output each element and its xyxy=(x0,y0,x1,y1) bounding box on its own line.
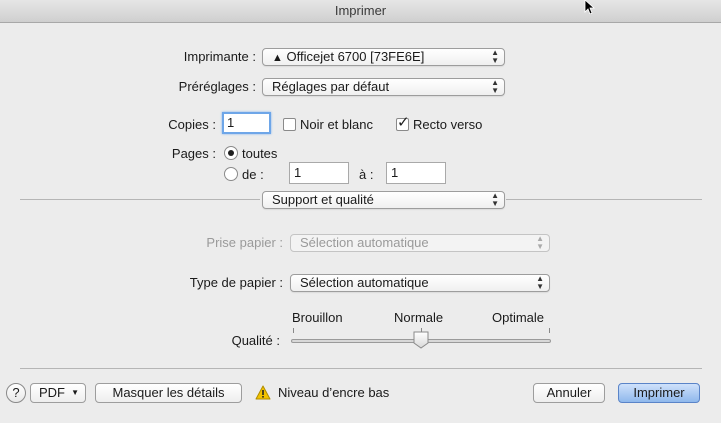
printer-value: Officejet 6700 [73FE6E] xyxy=(286,49,425,64)
paper-type-label: Type de papier : xyxy=(189,275,283,290)
section-popup[interactable]: Support et qualité ▲ ▼ xyxy=(262,191,505,209)
hide-details-button[interactable]: Masquer les détails xyxy=(95,383,242,403)
paper-type-value: Sélection automatique xyxy=(300,275,429,290)
printer-popup[interactable]: ▲ Officejet 6700 [73FE6E] ▲ ▼ xyxy=(262,48,505,66)
printer-label: Imprimante : xyxy=(183,49,256,64)
separator-left xyxy=(20,199,260,200)
popup-arrows-icon: ▲ ▼ xyxy=(491,191,499,208)
copies-label: Copies : xyxy=(168,117,216,132)
quality-level-draft: Brouillon xyxy=(292,310,343,325)
section-value: Support et qualité xyxy=(272,192,374,207)
popup-arrows-icon: ▲ ▼ xyxy=(536,234,544,251)
ink-warning-text: Niveau d’encre bas xyxy=(278,385,390,400)
mouse-cursor-icon xyxy=(584,0,596,14)
help-button[interactable]: ? xyxy=(6,383,26,403)
pages-range-label: de : xyxy=(242,167,264,182)
presets-label: Préréglages : xyxy=(178,79,256,94)
pages-all-radio[interactable] xyxy=(224,146,238,160)
chevron-down-icon: ▼ xyxy=(71,388,79,397)
black-white-label: Noir et blanc xyxy=(300,117,373,132)
presets-value: Réglages par défaut xyxy=(272,79,390,94)
separator-right xyxy=(506,199,702,200)
duplex-label: Recto verso xyxy=(413,117,483,132)
warning-icon xyxy=(255,385,271,400)
pages-all-label: toutes xyxy=(242,146,278,161)
pages-range-radio[interactable] xyxy=(224,167,238,181)
pdf-label: PDF xyxy=(39,385,65,400)
paper-feed-label: Prise papier : xyxy=(206,235,283,250)
footer-separator xyxy=(20,368,702,369)
pages-to-field[interactable]: 1 xyxy=(386,162,446,184)
window-title: Imprimer xyxy=(334,3,387,18)
popup-arrows-icon: ▲ ▼ xyxy=(491,78,499,95)
presets-popup[interactable]: Réglages par défaut ▲ ▼ xyxy=(262,78,505,96)
paper-feed-popup: Sélection automatique ▲ ▼ xyxy=(290,234,550,252)
pdf-menu-button[interactable]: PDF ▼ xyxy=(30,383,86,403)
pages-label: Pages : xyxy=(171,146,216,161)
quality-level-best: Optimale xyxy=(492,310,545,325)
copies-field[interactable]: 1 xyxy=(222,112,271,134)
print-button[interactable]: Imprimer xyxy=(618,383,700,403)
paper-type-popup[interactable]: Sélection automatique ▲ ▼ xyxy=(290,274,550,292)
paper-feed-value: Sélection automatique xyxy=(300,235,429,250)
slider-tick xyxy=(549,328,550,333)
print-dialog: Imprimante : ▲ Officejet 6700 [73FE6E] ▲… xyxy=(0,23,721,423)
quality-level-normal: Normale xyxy=(394,310,444,325)
duplex-checkbox[interactable]: ✓ xyxy=(396,114,410,131)
slider-tick xyxy=(293,328,294,333)
title-bar: Imprimer xyxy=(0,0,721,23)
warning-triangle-icon: ▲ xyxy=(272,52,283,64)
popup-arrows-icon: ▲ ▼ xyxy=(536,274,544,291)
black-white-checkbox[interactable] xyxy=(283,118,296,131)
quality-slider-knob[interactable] xyxy=(413,331,429,349)
cancel-button[interactable]: Annuler xyxy=(533,383,605,403)
quality-label: Qualité : xyxy=(231,333,280,348)
pages-from-field[interactable]: 1 xyxy=(289,162,349,184)
radio-dot xyxy=(228,150,234,156)
pages-to-label: à : xyxy=(359,167,374,182)
checkmark-icon: ✓ xyxy=(397,114,410,131)
popup-arrows-icon: ▲ ▼ xyxy=(491,48,499,65)
